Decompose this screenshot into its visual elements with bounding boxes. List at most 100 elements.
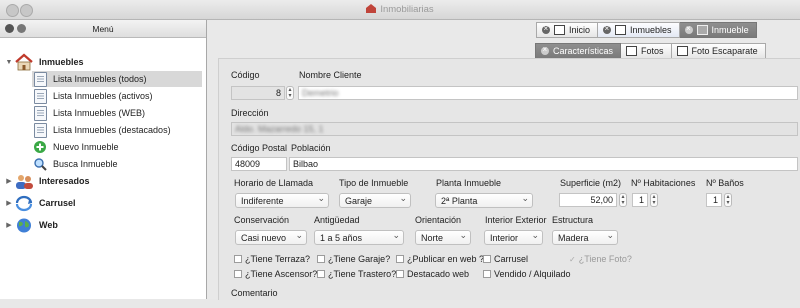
checkbox-box[interactable] (317, 270, 325, 278)
garaje-checkbox[interactable]: ¿Tiene Garaje? (317, 254, 390, 264)
tab-foto-escaparate[interactable]: Foto Escaparate (671, 43, 766, 59)
sidebar-item-label: Busca Inmueble (53, 159, 118, 169)
sidebar-item-lista-activos[interactable]: Lista Inmuebles (activos) (32, 88, 202, 104)
close-tab-icon[interactable] (684, 24, 693, 34)
sidebar-item-lista-destacados[interactable]: Lista Inmuebles (destacados) (32, 122, 202, 138)
horario-select[interactable]: Indiferente (235, 193, 329, 208)
sidebar-item-inmuebles[interactable]: ▼ Inmuebles (4, 52, 202, 72)
close-tab-icon[interactable] (542, 24, 550, 34)
checkbox-box[interactable] (234, 270, 242, 278)
checkbox-label: ¿Tiene Ascensor? (245, 269, 318, 279)
sidebar-item-label: Lista Inmuebles (WEB) (53, 108, 146, 118)
direccion-value: Aldo. Mazarredo 15, 1 (235, 124, 324, 134)
estructura-label: Estructura (552, 215, 594, 225)
terraza-checkbox[interactable]: ¿Tiene Terraza? (234, 254, 310, 264)
foto-checkbox: ✓ ¿Tiene Foto? (569, 254, 632, 264)
checkbox-box[interactable] (396, 255, 404, 263)
checkbox-label: ¿Tiene Trastero? (328, 269, 397, 279)
checkbox-box[interactable] (317, 255, 325, 263)
codigo-stepper[interactable]: ▴ ▾ (286, 86, 294, 100)
checkbox-label: ¿Publicar en web ? (407, 254, 485, 264)
superficie-stepper[interactable]: ▴ ▾ (619, 193, 627, 207)
sidebar-item-busca-inmueble[interactable]: Busca Inmueble (32, 156, 202, 172)
people-icon (16, 174, 33, 189)
cliente-label: Nombre Cliente (299, 70, 362, 80)
habitaciones-stepper[interactable]: ▴ ▾ (650, 193, 658, 207)
interior-select[interactable]: Interior (484, 230, 543, 245)
top-tabs: Inicio Inmuebles Inmueble (536, 22, 757, 38)
app-logo-icon (366, 4, 377, 13)
carousel-icon (15, 195, 33, 211)
sidebar-item-label: Web (39, 220, 58, 230)
sidebar-item-lista-todos[interactable]: Lista Inmuebles (todos) (32, 71, 202, 87)
tab-label: Inmuebles (630, 25, 672, 35)
sidebar-item-label: Lista Inmuebles (todos) (53, 74, 147, 84)
close-tab-icon[interactable] (541, 45, 549, 55)
list-icon (615, 25, 627, 35)
sidebar-item-interesados[interactable]: ▶ Interesados (4, 172, 202, 190)
tab-fotos[interactable]: Fotos (621, 43, 672, 59)
antiguedad-select[interactable]: 1 a 5 años (314, 230, 404, 245)
habitaciones-field[interactable]: 1 (632, 193, 648, 207)
ascensor-checkbox[interactable]: ¿Tiene Ascensor? (234, 269, 317, 279)
cp-label: Código Postal (231, 143, 288, 153)
checkbox-label: ¿Tiene Terraza? (245, 254, 311, 264)
planta-select[interactable]: 2ª Planta (435, 193, 533, 208)
close-tab-icon[interactable] (603, 24, 612, 34)
estructura-select[interactable]: Madera (552, 230, 618, 245)
sidebar-item-label: Lista Inmuebles (activos) (53, 91, 153, 101)
tab-caracteristicas[interactable]: Características (535, 43, 622, 59)
carrusel-checkbox[interactable]: Carrusel (483, 254, 528, 264)
destacado-checkbox[interactable]: Destacado web (396, 269, 469, 279)
banos-field[interactable]: 1 (706, 193, 722, 207)
checkbox-label: Vendido / Alquilado (494, 269, 571, 279)
direccion-field[interactable]: Aldo. Mazarredo 15, 1 (231, 122, 798, 136)
tab-label: Inmueble (711, 25, 749, 35)
house-icon (15, 53, 33, 71)
tipo-label: Tipo de Inmueble (339, 178, 409, 188)
tab-label: Foto Escaparate (691, 46, 758, 56)
trastero-checkbox[interactable]: ¿Tiene Trastero? (317, 269, 396, 279)
tipo-select[interactable]: Garaje (339, 193, 411, 208)
cliente-field[interactable]: Demetrio (298, 86, 798, 100)
cliente-value: Demetrio (302, 88, 339, 98)
checkbox-box[interactable] (483, 270, 491, 278)
cp-field[interactable]: 48009 (231, 157, 287, 171)
superficie-label: Superficie (m2) (560, 178, 622, 188)
tab-label: Características (553, 46, 614, 56)
publicar-checkbox[interactable]: ¿Publicar en web ? (396, 254, 484, 264)
chevron-right-icon[interactable]: ▶ (4, 177, 14, 185)
tab-inmuebles[interactable]: Inmuebles (598, 22, 680, 38)
checkbox-box[interactable] (234, 255, 242, 263)
tab-inicio[interactable]: Inicio (536, 22, 599, 38)
chevron-down-icon[interactable]: ▼ (4, 59, 14, 66)
planta-label: Planta Inmueble (436, 178, 502, 188)
banos-stepper[interactable]: ▴ ▾ (724, 193, 732, 207)
photo-icon (626, 46, 638, 56)
window-icon (696, 25, 708, 35)
checkmark-icon: ✓ (569, 254, 576, 264)
vendido-checkbox[interactable]: Vendido / Alquilado (483, 269, 571, 279)
sidebar-item-nuevo-inmueble[interactable]: Nuevo Inmueble (32, 139, 202, 155)
chevron-right-icon[interactable]: ▶ (4, 221, 14, 229)
tab-inmueble[interactable]: Inmueble (679, 22, 757, 38)
conservacion-label: Conservación (234, 215, 290, 225)
window-icon (554, 25, 565, 35)
sub-tabs: Características Fotos Foto Escaparate (535, 43, 766, 59)
checkbox-box[interactable] (483, 255, 491, 263)
superficie-field[interactable]: 52,00 (559, 193, 617, 207)
poblacion-field[interactable]: Bilbao (289, 157, 798, 171)
window-titlebar: Inmobiliarias (0, 0, 800, 20)
sidebar-item-web[interactable]: ▶ Web (4, 216, 202, 234)
search-icon (34, 158, 47, 171)
add-icon (34, 141, 46, 153)
main-panel: Inicio Inmuebles Inmueble Característica… (207, 20, 800, 300)
checkbox-box[interactable] (396, 270, 404, 278)
chevron-right-icon[interactable]: ▶ (4, 199, 14, 207)
conservacion-select[interactable]: Casi nuevo (235, 230, 307, 245)
orientacion-select[interactable]: Norte (415, 230, 471, 245)
tab-label: Fotos (641, 46, 664, 56)
sidebar-item-carrusel[interactable]: ▶ Carrusel (4, 194, 202, 212)
codigo-field[interactable]: 8 (231, 86, 285, 100)
sidebar-item-lista-web[interactable]: Lista Inmuebles (WEB) (32, 105, 202, 121)
